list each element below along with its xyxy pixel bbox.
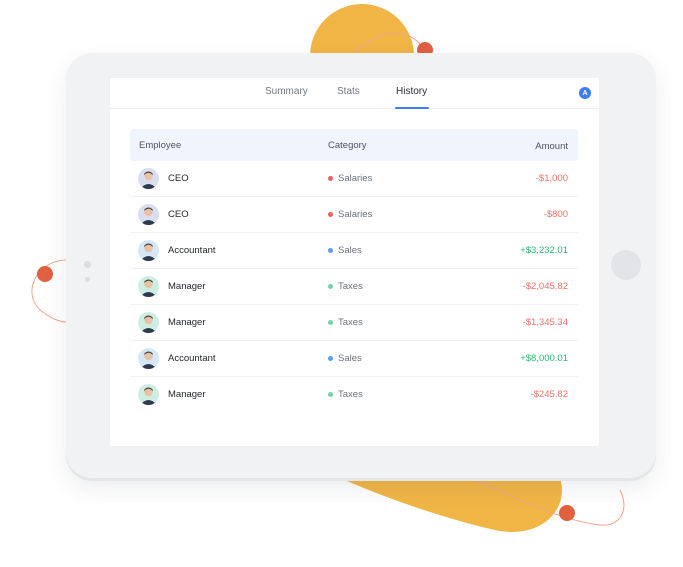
active-tab-indicator [395,107,429,109]
tablet-camera-dot [84,261,91,268]
table-header: Employee Category Amount [130,129,578,161]
tab-stats[interactable]: Stats [337,86,360,97]
table-row[interactable]: Manager Taxes -$245.82 [130,377,578,413]
employee-name: CEO [168,173,189,184]
employee-name: Manager [168,317,206,328]
table-body: CEO Salaries -$1,000 CEO Salaries -$800 Accoun… [130,161,578,413]
category-label: Salaries [338,173,373,184]
category-dot-icon [328,284,333,289]
amount-value: -$1,000 [535,173,568,184]
employee-name: Accountant [168,353,216,364]
category-label: Taxes [338,317,363,328]
top-navigation: Summary Stats History A [110,78,599,109]
employee-avatar [138,168,159,189]
category-label: Taxes [338,281,363,292]
amount-value: +$3,232.01 [520,245,568,256]
table-row[interactable]: CEO Salaries -$1,000 [130,161,578,197]
employee-avatar [138,204,159,225]
decor-orange-dot-bottom [559,505,575,521]
app-screen: Summary Stats History A Employee Categor… [110,78,599,446]
amount-value: -$245.82 [530,389,568,400]
column-header-amount[interactable]: Amount [535,141,568,152]
tab-history[interactable]: History [396,86,427,97]
category-dot-icon [328,176,333,181]
table-row[interactable]: Accountant Sales +$8,000.01 [130,341,578,377]
tablet-home-button[interactable] [611,250,641,280]
amount-value: +$8,000.01 [520,353,568,364]
amount-value: -$2,045.82 [522,281,568,292]
employee-avatar [138,276,159,297]
history-table: Employee Category Amount CEO Salaries -$1,… [130,129,578,413]
amount-value: -$1,345.34 [522,317,568,328]
employee-name: Manager [168,281,206,292]
decor-yellow-shape-top [310,4,414,56]
category-dot-icon [328,356,333,361]
amount-value: -$800 [543,209,568,220]
decor-orange-dot-left [37,266,53,282]
category-label: Salaries [338,209,373,220]
column-header-employee[interactable]: Employee [139,140,181,151]
tab-summary[interactable]: Summary [265,86,308,97]
tablet-sensor-dot [85,277,90,282]
employee-name: Manager [168,389,206,400]
category-label: Sales [338,353,362,364]
employee-avatar [138,312,159,333]
table-row[interactable]: CEO Salaries -$800 [130,197,578,233]
category-label: Taxes [338,389,363,400]
user-avatar[interactable]: A [579,87,591,99]
category-dot-icon [328,248,333,253]
category-dot-icon [328,320,333,325]
table-row[interactable]: Manager Taxes -$1,345.34 [130,305,578,341]
employee-avatar [138,348,159,369]
category-dot-icon [328,212,333,217]
employee-name: CEO [168,209,189,220]
employee-name: Accountant [168,245,216,256]
decor-yellow-shape-bottom [340,478,562,532]
employee-avatar [138,240,159,261]
column-header-category[interactable]: Category [328,140,367,151]
category-label: Sales [338,245,362,256]
category-dot-icon [328,392,333,397]
table-row[interactable]: Accountant Sales +$3,232.01 [130,233,578,269]
employee-avatar [138,384,159,405]
table-row[interactable]: Manager Taxes -$2,045.82 [130,269,578,305]
